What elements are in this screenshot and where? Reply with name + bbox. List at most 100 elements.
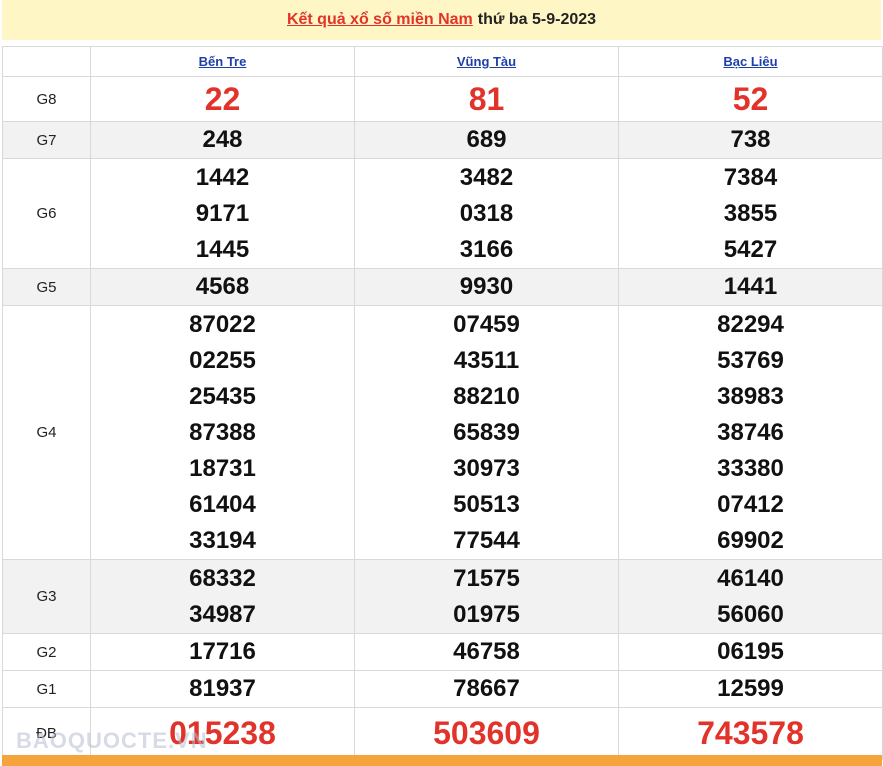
prize-cell: 46140 56060 xyxy=(618,559,883,634)
prize-cell: 248 xyxy=(90,121,355,159)
prize-cell: 71575 01975 xyxy=(354,559,619,634)
prize-cell: 82294 53769 38983 38746 33380 07412 69902 xyxy=(618,305,883,560)
results-title-bar: Kết quả xổ số miền Nam thứ ba 5-9-2023 xyxy=(2,0,881,40)
prize-number: 33380 xyxy=(717,454,784,482)
lottery-results-page: Kết quả xổ số miền Nam thứ ba 5-9-2023 B… xyxy=(0,0,883,766)
prize-number: 12599 xyxy=(717,675,784,702)
prize-number: 07459 xyxy=(453,310,520,338)
prize-number: 503609 xyxy=(433,715,540,751)
prize-number: 61404 xyxy=(189,490,256,518)
prize-number: 22 xyxy=(204,81,241,117)
prize-number: 46140 xyxy=(717,564,784,592)
prize-number: 015238 xyxy=(169,715,276,751)
prize-number: 82294 xyxy=(717,310,784,338)
prize-row: G5 4568 9930 1441 xyxy=(2,268,883,306)
prize-label: G4 xyxy=(2,305,91,560)
prize-cell: 7384 3855 5427 xyxy=(618,158,883,269)
prize-label: G5 xyxy=(2,268,91,306)
prize-number: 1445 xyxy=(195,235,250,263)
header-corner-cell xyxy=(2,46,91,77)
prize-number: 1441 xyxy=(723,273,778,300)
prize-cell: 4568 xyxy=(90,268,355,306)
prize-cell: 1441 xyxy=(618,268,883,306)
prize-cell: 46758 xyxy=(354,633,619,671)
province-header-ben-tre: Bến Tre xyxy=(90,46,355,77)
province-header-vung-tau: Vũng Tàu xyxy=(354,46,619,77)
prize-number: 1442 xyxy=(195,163,250,191)
province-link-bac-lieu[interactable]: Bạc Liêu xyxy=(723,54,777,69)
prize-row: G3 68332 34987 71575 01975 46140 56060 xyxy=(2,559,883,634)
prize-number: 06195 xyxy=(717,638,784,665)
prize-cell: 06195 xyxy=(618,633,883,671)
results-body: G8 22 81 52 G7 248 689 738 G6 1442 9171 1445 3482 031… xyxy=(2,76,883,760)
results-table: Bến Tre Vũng Tàu Bạc Liêu G8 22 81 52 G7 248 6… xyxy=(2,46,883,760)
prize-number: 71575 xyxy=(453,564,520,592)
prize-row: G6 1442 9171 1445 3482 0318 3166 7384 3855 5427 xyxy=(2,158,883,269)
prize-number: 738 xyxy=(730,126,771,153)
prize-label: G1 xyxy=(2,670,91,708)
prize-cell: 07459 43511 88210 65839 30973 50513 77544 xyxy=(354,305,619,560)
prize-cell: 9930 xyxy=(354,268,619,306)
prize-cell: 52 xyxy=(618,76,883,122)
prize-cell: 87022 02255 25435 87388 18731 61404 33194 xyxy=(90,305,355,560)
prize-number: 87022 xyxy=(189,310,256,338)
prize-cell: 743578 xyxy=(618,707,883,760)
results-title-link[interactable]: Kết quả xổ số miền Nam xyxy=(287,11,473,29)
prize-number: 07412 xyxy=(717,490,784,518)
prize-number: 9171 xyxy=(195,199,250,227)
prize-number: 65839 xyxy=(453,418,520,446)
prize-cell: 68332 34987 xyxy=(90,559,355,634)
province-link-vung-tau[interactable]: Vũng Tàu xyxy=(457,54,516,69)
prize-number: 87388 xyxy=(189,418,256,446)
prize-row: G4 87022 02255 25435 87388 18731 61404 33194 074… xyxy=(2,305,883,560)
prize-number: 38746 xyxy=(717,418,784,446)
prize-number: 17716 xyxy=(189,638,256,665)
prize-number: 5427 xyxy=(723,235,778,263)
prize-number: 01975 xyxy=(453,600,520,628)
prize-number: 3482 xyxy=(459,163,514,191)
prize-cell: 1442 9171 1445 xyxy=(90,158,355,269)
prize-cell: 12599 xyxy=(618,670,883,708)
prize-label: G8 xyxy=(2,76,91,122)
prize-number: 30973 xyxy=(453,454,520,482)
prize-number: 18731 xyxy=(189,454,256,482)
prize-row: ĐB 015238 503609 743578 xyxy=(2,707,883,760)
prize-label: G2 xyxy=(2,633,91,671)
prize-number: 38983 xyxy=(717,382,784,410)
prize-number: 34987 xyxy=(189,600,256,628)
prize-number: 248 xyxy=(202,126,243,153)
prize-cell: 17716 xyxy=(90,633,355,671)
province-link-ben-tre[interactable]: Bến Tre xyxy=(199,54,247,69)
prize-cell: 689 xyxy=(354,121,619,159)
prize-row: G1 81937 78667 12599 xyxy=(2,670,883,708)
prize-number: 7384 xyxy=(723,163,778,191)
prize-label: G3 xyxy=(2,559,91,634)
prize-number: 0318 xyxy=(459,199,514,227)
prize-number: 25435 xyxy=(189,382,256,410)
prize-number: 9930 xyxy=(459,273,514,300)
prize-number: 56060 xyxy=(717,600,784,628)
results-date: thứ ba 5-9-2023 xyxy=(477,11,597,28)
prize-number: 3855 xyxy=(723,199,778,227)
prize-cell: 81937 xyxy=(90,670,355,708)
prize-cell: 81 xyxy=(354,76,619,122)
prize-number: 02255 xyxy=(189,346,256,374)
prize-number: 81937 xyxy=(189,675,256,702)
prize-number: 43511 xyxy=(453,346,520,374)
province-header-bac-lieu: Bạc Liêu xyxy=(618,46,883,77)
province-header-row: Bến Tre Vũng Tàu Bạc Liêu xyxy=(2,46,883,77)
prize-number: 53769 xyxy=(717,346,784,374)
prize-number: 33194 xyxy=(189,526,256,554)
prize-number: 77544 xyxy=(453,526,520,554)
prize-number: 4568 xyxy=(195,273,250,300)
prize-number: 69902 xyxy=(717,526,784,554)
prize-number: 689 xyxy=(466,126,507,153)
prize-number: 68332 xyxy=(189,564,256,592)
prize-label: G7 xyxy=(2,121,91,159)
prize-cell: 738 xyxy=(618,121,883,159)
prize-cell: 78667 xyxy=(354,670,619,708)
prize-number: 52 xyxy=(732,81,769,117)
prize-label: G6 xyxy=(2,158,91,269)
prize-cell: 015238 xyxy=(90,707,355,760)
prize-cell: 3482 0318 3166 xyxy=(354,158,619,269)
